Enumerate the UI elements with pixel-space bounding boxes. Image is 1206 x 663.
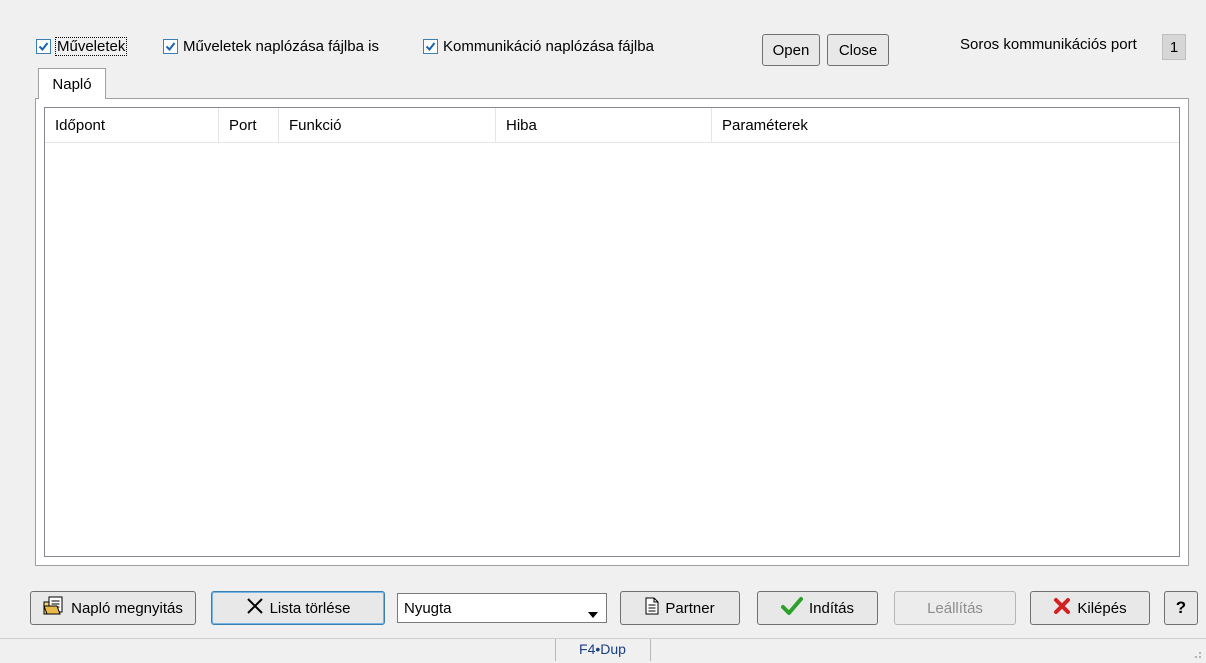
- document-icon: [645, 597, 659, 619]
- tab-naplo-label: Napló: [52, 75, 92, 93]
- help-button[interactable]: ?: [1164, 591, 1198, 625]
- column-header-hiba[interactable]: Hiba: [496, 108, 712, 142]
- log-list-header: Időpont Port Funkció Hiba Paraméterek: [45, 108, 1179, 143]
- clear-x-icon: [246, 597, 264, 619]
- kommunikacio-fajlba-checkbox[interactable]: Kommunikáció naplózása fájlba: [423, 36, 654, 56]
- chevron-down-icon: [588, 605, 598, 622]
- open-log-button[interactable]: Napló megnyitás: [30, 591, 196, 625]
- column-header-idopont[interactable]: Időpont: [45, 108, 219, 142]
- close-port-button[interactable]: Close: [827, 34, 889, 66]
- document-type-select[interactable]: Nyugta: [397, 593, 607, 623]
- serial-port-label: Soros kommunikációs port: [960, 36, 1137, 53]
- muveletek-fajlba-label: Műveletek naplózása fájlba is: [183, 37, 379, 55]
- naplo-tab-panel: Időpont Port Funkció Hiba Paraméterek: [35, 98, 1189, 566]
- clear-list-button[interactable]: Lista törlése: [211, 591, 385, 625]
- start-button[interactable]: Indítás: [757, 591, 878, 625]
- open-log-label: Napló megnyitás: [71, 599, 183, 617]
- column-header-parameterek[interactable]: Paraméterek: [712, 108, 1179, 142]
- muveletek-checkbox[interactable]: Műveletek: [36, 36, 128, 56]
- partner-label: Partner: [665, 599, 715, 617]
- kommunikacio-fajlba-label: Kommunikáció naplózása fájlba: [443, 37, 654, 55]
- exit-label: Kilépés: [1077, 599, 1127, 617]
- document-type-value: Nyugta: [404, 599, 452, 617]
- close-icon: [1053, 597, 1071, 619]
- checkbox-checked-icon: [36, 38, 51, 54]
- clear-list-label: Lista törlése: [269, 599, 351, 617]
- log-list[interactable]: Időpont Port Funkció Hiba Paraméterek: [44, 107, 1180, 557]
- shortcut-status-text: F4•Dup: [579, 641, 626, 657]
- muveletek-fajlba-checkbox[interactable]: Műveletek naplózása fájlba is: [163, 36, 379, 56]
- checkbox-checked-icon: [163, 38, 178, 54]
- resize-grip-icon[interactable]: [1190, 646, 1202, 663]
- column-header-port[interactable]: Port: [219, 108, 279, 142]
- tab-naplo[interactable]: Napló: [38, 68, 106, 99]
- status-separator: [650, 639, 651, 661]
- muveletek-label: Műveletek: [54, 36, 128, 56]
- column-header-funkcio[interactable]: Funkció: [279, 108, 496, 142]
- start-label: Indítás: [808, 599, 855, 617]
- partner-button[interactable]: Partner: [620, 591, 740, 625]
- stop-button[interactable]: Leállítás: [894, 591, 1016, 625]
- exit-button[interactable]: Kilépés: [1030, 591, 1150, 625]
- open-document-icon: [43, 596, 65, 620]
- checkmark-icon: [780, 596, 803, 620]
- open-port-button[interactable]: Open: [762, 34, 820, 66]
- checkbox-checked-icon: [423, 38, 438, 54]
- serial-port-value: 1: [1162, 34, 1186, 60]
